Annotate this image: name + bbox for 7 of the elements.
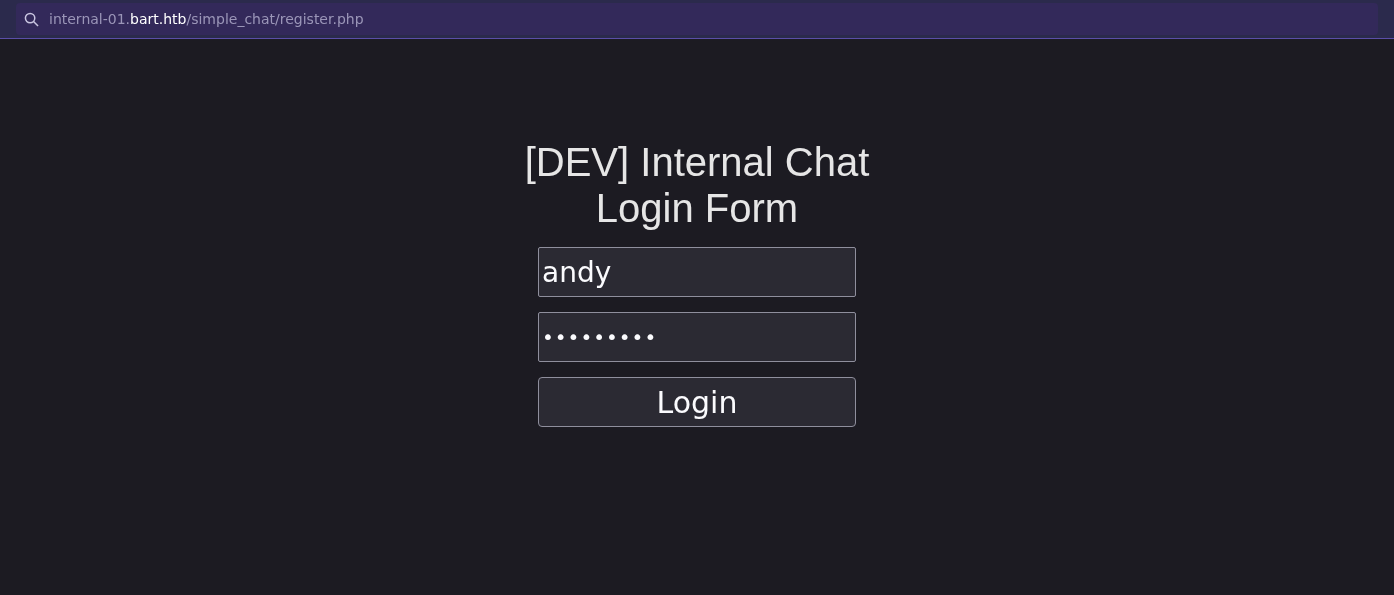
- search-icon: [24, 11, 39, 27]
- url-text: internal-01.bart.htb/simple_chat/register.php: [49, 9, 364, 29]
- login-button[interactable]: Login: [538, 377, 856, 427]
- username-field[interactable]: andy: [538, 247, 856, 297]
- form-title: [DEV] Internal Chat Login Form: [524, 139, 870, 231]
- password-field[interactable]: •••••••••: [538, 312, 856, 362]
- address-bar[interactable]: internal-01.bart.htb/simple_chat/register.php: [16, 3, 1378, 35]
